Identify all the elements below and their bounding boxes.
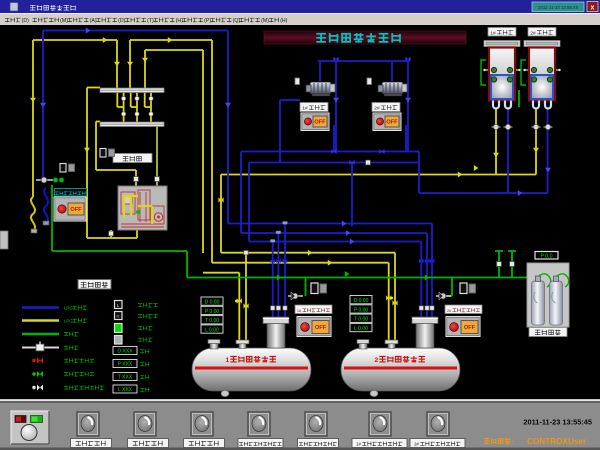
svg-text:(M): (M) [261, 18, 269, 24]
svg-text:LPG: LPG [64, 319, 73, 324]
svg-text:(H): (H) [176, 18, 183, 24]
svg-text:D XXX: D XXX [117, 349, 133, 355]
svg-text:1: 1 [225, 357, 229, 364]
svg-text:(P): (P) [204, 18, 211, 24]
svg-text:1#: 1# [356, 442, 361, 447]
svg-text:L 0.00: L 0.00 [354, 326, 368, 332]
svg-text:OFF: OFF [314, 120, 326, 126]
svg-text:(T): (T) [147, 18, 154, 24]
svg-text:T XXX: T XXX [118, 375, 133, 381]
svg-text:L XXX: L XXX [118, 387, 133, 393]
svg-text:T 0.00: T 0.00 [205, 318, 219, 324]
svg-text:(D): (D) [22, 18, 29, 24]
svg-text:1#: 1# [302, 106, 308, 112]
svg-text:P 0.00: P 0.00 [354, 307, 369, 313]
svg-text:(M): (M) [60, 18, 68, 24]
svg-text:1#: 1# [490, 30, 496, 36]
svg-text:2#: 2# [374, 106, 380, 112]
svg-text:OFF: OFF [464, 325, 476, 331]
svg-text:(Q): (Q) [233, 18, 241, 24]
svg-text:2#: 2# [447, 308, 452, 313]
svg-text:2011-11-23 13:55:45: 2011-11-23 13:55:45 [538, 5, 579, 10]
svg-text:2#: 2# [530, 30, 536, 36]
svg-text:OFF: OFF [315, 325, 327, 331]
svg-text:2#: 2# [414, 442, 419, 447]
svg-text:1#: 1# [297, 308, 302, 313]
svg-text:P XXX: P XXX [118, 362, 133, 368]
svg-text::: : [512, 440, 514, 446]
svg-text:P 0.0: P 0.0 [540, 254, 552, 260]
svg-text:OFF: OFF [70, 207, 82, 213]
svg-text:(H): (H) [280, 18, 287, 24]
svg-text:D 0.00: D 0.00 [354, 298, 369, 304]
svg-text:2011-11-23 13:55:45: 2011-11-23 13:55:45 [523, 418, 592, 427]
svg-text:LPG: LPG [64, 306, 73, 311]
svg-text:(D): (D) [118, 18, 125, 24]
svg-text:L 0.00: L 0.00 [205, 327, 219, 333]
svg-text:CONTROXUser: CONTROXUser [527, 437, 587, 446]
svg-text:OFF: OFF [386, 120, 398, 126]
svg-text:P 0.00: P 0.00 [205, 309, 220, 315]
svg-text:(A): (A) [90, 18, 97, 24]
svg-text:T 0.00: T 0.00 [354, 317, 368, 323]
svg-text:2: 2 [374, 357, 378, 364]
svg-text:D 0.00: D 0.00 [205, 300, 220, 306]
svg-text:x: x [591, 5, 595, 12]
